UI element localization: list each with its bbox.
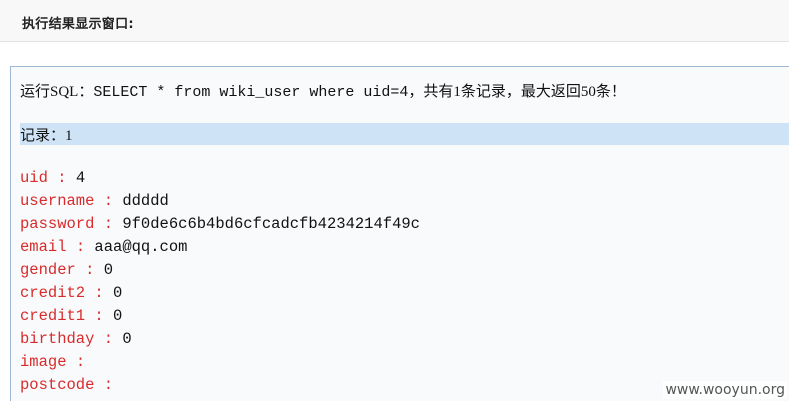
sql-prefix: 运行SQL：: [20, 84, 94, 100]
field-row: credit1 : 0: [20, 305, 420, 328]
field-separator: :: [94, 330, 123, 348]
field-value: 0: [113, 284, 123, 302]
field-separator: :: [94, 192, 123, 210]
field-name: username: [20, 192, 95, 210]
field-separator: :: [66, 238, 95, 256]
field-name: image: [20, 353, 67, 371]
sql-query: SELECT * from wiki_user where uid=4: [93, 84, 409, 101]
field-row: uid : 4: [20, 167, 420, 190]
field-row: credit2 : 0: [20, 282, 420, 305]
field-separator: :: [66, 353, 86, 371]
field-separator: :: [94, 215, 123, 233]
field-name: gender: [20, 261, 76, 279]
field-row: postcode :: [20, 374, 420, 397]
field-row: username : ddddd: [20, 190, 420, 213]
field-row: birthday : 0: [20, 328, 420, 351]
field-value: 0: [103, 261, 114, 279]
field-value: 0: [113, 307, 123, 325]
field-value: 9f0de6c6b4bd6cfcadcfb4234214f49c: [122, 215, 420, 233]
field-name: password: [20, 215, 95, 233]
field-separator: :: [47, 169, 76, 187]
field-name: postcode: [20, 376, 95, 394]
field-row: password : 9f0de6c6b4bd6cfcadcfb4234214f…: [20, 213, 420, 236]
field-row: image :: [20, 351, 420, 374]
field-separator: :: [94, 376, 114, 394]
field-name: email: [20, 238, 67, 256]
record-header: 记录：1: [20, 123, 789, 145]
field-name: birthday: [20, 330, 95, 348]
result-panel: 运行SQL：SELECT * from wiki_user where uid=…: [10, 66, 789, 401]
field-value: aaa@qq.com: [94, 238, 188, 256]
record-label: 记录：1: [20, 128, 73, 144]
field-separator: :: [75, 261, 104, 279]
field-list: uid : 4 username : ddddd password : 9f0de6…: [20, 167, 420, 397]
field-row: email : aaa@qq.com: [20, 236, 420, 259]
field-value: 4: [75, 169, 86, 187]
field-value: ddddd: [122, 192, 169, 210]
header-title: 执行结果显示窗口:: [22, 17, 134, 32]
field-name: uid: [20, 169, 48, 187]
field-name: credit2: [20, 284, 86, 302]
watermark: www.wooyun.org: [663, 381, 787, 399]
field-name: credit1: [20, 307, 86, 325]
result-window-header: 执行结果显示窗口:: [0, 0, 789, 42]
field-separator: :: [85, 284, 114, 302]
sql-summary: 运行SQL：SELECT * from wiki_user where uid=…: [20, 80, 626, 101]
field-row: gender : 0: [20, 259, 420, 282]
sql-suffix: ，共有1条记录，最大返回50条！: [408, 84, 626, 100]
field-value: 0: [122, 330, 132, 348]
field-separator: :: [85, 307, 114, 325]
